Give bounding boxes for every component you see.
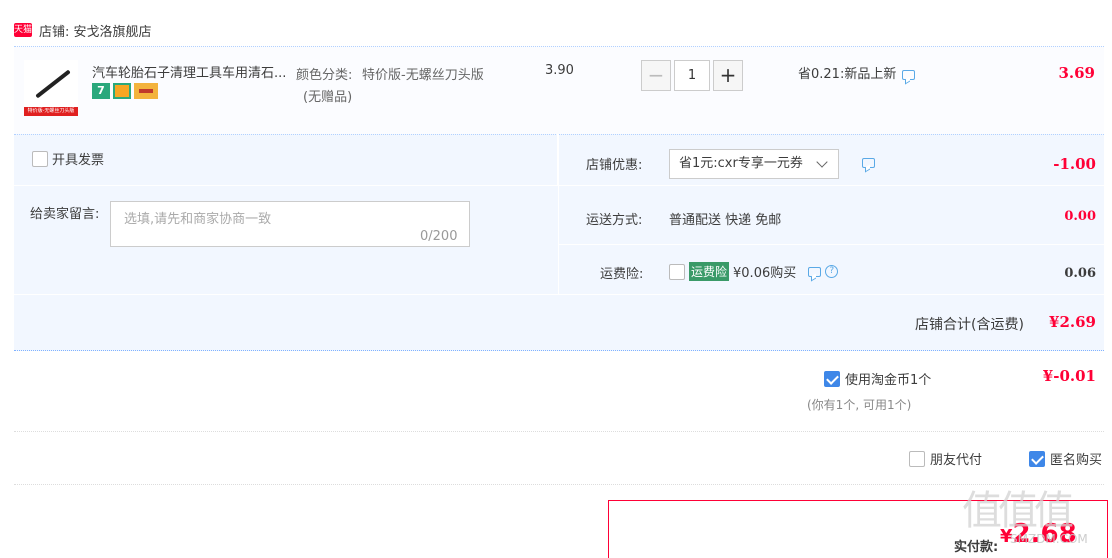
invoice-label: 开具发票	[52, 153, 105, 168]
section-divider	[14, 484, 1104, 485]
coin-amount: ¥-0.01	[1042, 367, 1096, 385]
chevron-down-icon	[816, 156, 828, 168]
guarantee-icon[interactable]	[113, 83, 131, 99]
sku-value: 特价版-无螺丝刀头版	[362, 68, 484, 83]
watermark-logo: 值值值	[962, 488, 1074, 534]
insurance-label: 运费险:	[600, 267, 644, 282]
insurance-option: 运费险 ¥0.06购买 ?	[669, 262, 839, 281]
chat-bubble-icon[interactable]	[902, 69, 916, 80]
quantity-stepper: − 1 +	[641, 60, 743, 91]
seven-day-return-icon[interactable]: 7	[92, 83, 110, 99]
insurance-amount: 0.06	[1064, 266, 1096, 281]
message-label: 给卖家留言:	[30, 207, 100, 222]
friend-pay-checkbox[interactable]	[909, 450, 925, 467]
unit-price: 3.90	[545, 63, 574, 78]
shop-header: 天猫 店铺: 安戈洛旗舰店	[14, 20, 152, 40]
pay-label: 实付款:	[954, 540, 999, 555]
item-promo: 省0.21:新品上新	[798, 63, 916, 82]
coin-checkbox[interactable]	[824, 370, 840, 387]
decrease-button[interactable]: −	[641, 60, 671, 91]
anonymous-option[interactable]: 匿名购买	[1029, 449, 1102, 468]
promo-text: 省0.21:新品上新	[798, 67, 897, 82]
anonymous-checkbox[interactable]	[1029, 450, 1045, 467]
coin-option[interactable]: 使用淘金币1个	[824, 369, 931, 388]
insurance-badge: 运费险	[689, 262, 730, 281]
row-divider	[558, 185, 1104, 186]
product-thumbnail[interactable]: 特价版-无螺丝刀头版	[24, 60, 78, 116]
chat-bubble-icon[interactable]	[808, 266, 822, 277]
row-divider	[558, 244, 1104, 245]
friend-pay-option[interactable]: 朋友代付	[909, 449, 982, 468]
thumbnail-tag: 特价版-无螺丝刀头版	[24, 107, 78, 116]
product-title[interactable]: 汽车轮胎石子清理工具车用清石...	[92, 62, 292, 81]
friend-pay-label: 朋友代付	[930, 453, 983, 468]
anonymous-label: 匿名购买	[1050, 453, 1103, 468]
tmall-icon: 天猫	[14, 23, 33, 37]
watermark-site: SMZDM.COM	[1010, 532, 1088, 546]
shipping-label: 运送方式:	[586, 213, 643, 228]
sku-gift: (无赠品)	[303, 90, 353, 105]
shop-name[interactable]: 店铺: 安戈洛旗舰店	[39, 21, 152, 40]
shop-total-label: 店铺合计(含运费)	[915, 317, 1024, 333]
increase-button[interactable]: +	[713, 60, 743, 91]
shipping-amount: 0.00	[1064, 209, 1096, 224]
item-row	[14, 46, 1104, 134]
coin-label: 使用淘金币1个	[845, 373, 932, 388]
coupon-amount: -1.00	[1053, 155, 1096, 173]
coupon-label: 店铺优惠:	[586, 158, 643, 173]
help-icon[interactable]: ?	[825, 265, 839, 278]
insurance-checkbox[interactable]	[669, 263, 685, 280]
coupon-select[interactable]: 省1元:cxr专享一元券	[669, 149, 839, 179]
shop-total-amount: ¥2.69	[1049, 313, 1096, 331]
chat-bubble-icon[interactable]	[862, 158, 875, 168]
coin-availability: (你有1个, 可用1个)	[807, 398, 912, 412]
quantity-input[interactable]: 1	[674, 60, 710, 91]
message-char-count: 0/200	[420, 229, 458, 244]
coupon-selected-value: 省1元:cxr专享一元券	[679, 156, 803, 171]
shipping-method: 普通配送 快递 免邮	[669, 213, 782, 228]
insurance-price: ¥0.06购买	[733, 266, 797, 281]
credit-card-icon[interactable]	[134, 83, 158, 99]
item-total: 3.69	[1058, 64, 1095, 82]
section-divider	[14, 431, 1104, 432]
invoice-checkbox[interactable]	[32, 150, 48, 167]
invoice-option[interactable]: 开具发票	[32, 149, 104, 168]
sku-label: 颜色分类:	[296, 68, 353, 83]
seller-message-placeholder: 选填,请先和商家协商一致	[124, 212, 272, 227]
product-badges: 7	[92, 83, 158, 99]
